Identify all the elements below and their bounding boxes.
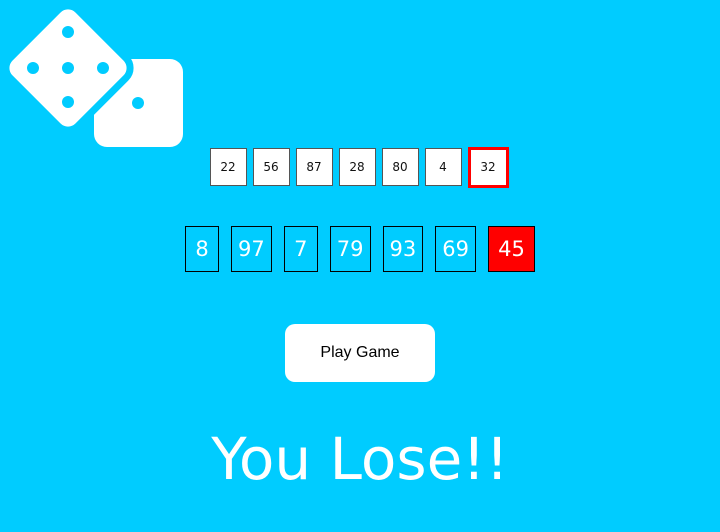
current-number-box-selected: 45 [487, 226, 535, 272]
current-number-box: 79 [329, 226, 371, 272]
previous-numbers-row: 22 56 87 28 80 4 32 [0, 146, 720, 188]
current-number-box: 93 [382, 226, 424, 272]
current-number-box: 7 [283, 226, 318, 272]
current-number-box: 97 [231, 226, 272, 272]
previous-number-box: 87 [295, 148, 333, 186]
play-game-button[interactable]: Play Game [285, 324, 435, 382]
previous-number-box: 4 [424, 148, 462, 186]
previous-number-box-selected: 32 [467, 146, 509, 188]
previous-number-box: 80 [381, 148, 419, 186]
current-number-box: 69 [435, 226, 476, 272]
dice-icon [2, 2, 183, 147]
current-number-box: 8 [185, 226, 220, 272]
current-numbers-row: 8 97 7 79 93 69 45 [0, 226, 720, 272]
previous-number-box: 22 [209, 148, 247, 186]
previous-number-box: 28 [338, 148, 376, 186]
result-message: You Lose!! [211, 425, 509, 493]
previous-number-box: 56 [252, 148, 290, 186]
